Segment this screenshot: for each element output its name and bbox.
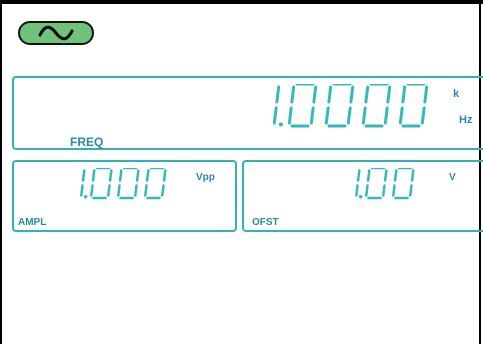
- ofst-panel[interactable]: V OFST: [242, 160, 483, 232]
- digit-0: [144, 168, 167, 200]
- digit-1: [80, 169, 86, 197]
- freq-value: [272, 84, 429, 128]
- freq-unit: Hz: [459, 114, 473, 126]
- ofst-label: OFST: [252, 217, 279, 228]
- decimal-point: [83, 195, 88, 199]
- sine-wave-icon: [38, 25, 74, 41]
- ampl-panel[interactable]: Vpp AMPL: [12, 160, 237, 232]
- top-border: [0, 0, 483, 4]
- ofst-value: [355, 168, 415, 200]
- ampl-value: [80, 168, 167, 200]
- decimal-point: [358, 195, 363, 199]
- freq-label: FREQ: [70, 135, 104, 149]
- digit-1: [355, 169, 361, 197]
- freq-unit-prefix: k: [453, 88, 460, 100]
- digit-0: [324, 84, 355, 128]
- digit-0: [361, 84, 392, 128]
- freq-panel[interactable]: k Hz FREQ: [12, 76, 483, 150]
- ampl-label: AMPL: [18, 217, 47, 228]
- digit-0: [398, 84, 429, 128]
- decimal-point: [278, 122, 284, 127]
- digit-0: [287, 84, 318, 128]
- digit-0: [365, 168, 388, 200]
- digit-0: [392, 168, 415, 200]
- sine-wave-button[interactable]: [18, 21, 94, 45]
- digit-0: [117, 168, 140, 200]
- digit-0: [90, 168, 113, 200]
- ampl-unit: Vpp: [196, 172, 215, 183]
- ofst-unit: V: [449, 172, 456, 183]
- digit-1: [272, 85, 281, 125]
